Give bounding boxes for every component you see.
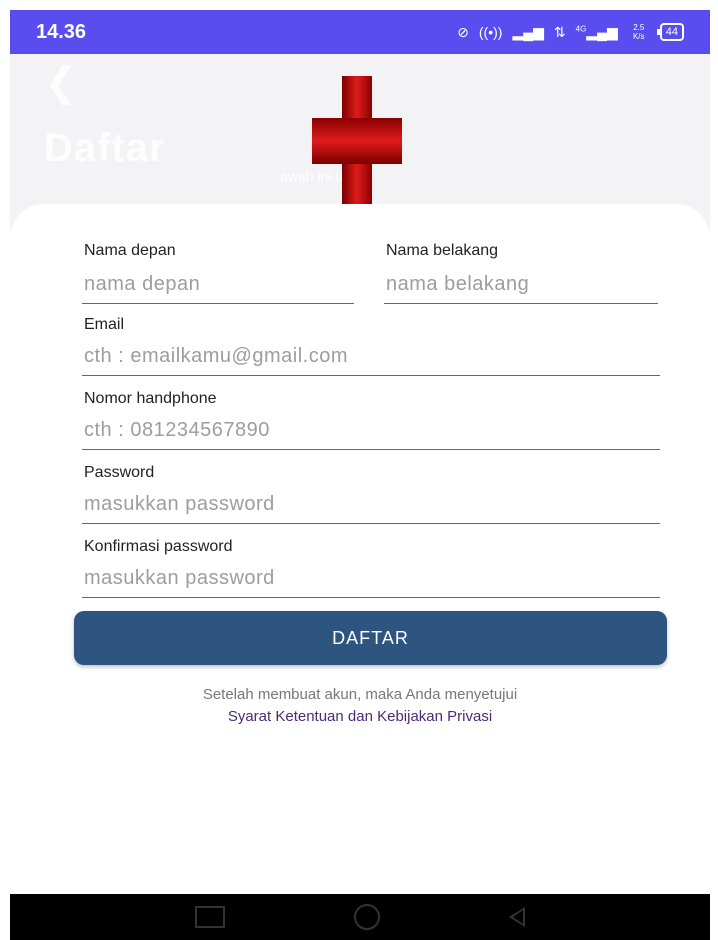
status-bar: 14.36 ⊘ ((•)) ▂▄▆ ⇅ 4G▂▄▆ 2.5 K/s 44 bbox=[10, 10, 710, 54]
system-nav-bar bbox=[10, 894, 710, 940]
terms-text: Setelah membuat akun, maka Anda menyetuj… bbox=[202, 686, 518, 703]
battery-icon: 44 bbox=[656, 23, 684, 41]
hotspot-icon: ((•)) bbox=[478, 24, 503, 40]
first-name-field[interactable] bbox=[82, 270, 354, 304]
signal-icon: ▂▄▆ bbox=[512, 23, 544, 40]
phone-label: Nomor handphone bbox=[84, 390, 217, 407]
red-cross-logo-horizontal bbox=[312, 118, 402, 164]
register-button[interactable]: DAFTAR bbox=[74, 611, 667, 665]
data-icon: ⇅ bbox=[553, 23, 566, 40]
phone-field[interactable] bbox=[82, 416, 660, 450]
dnd-icon: ⊘ bbox=[457, 23, 469, 40]
home-icon[interactable] bbox=[353, 904, 380, 930]
recent-apps-icon[interactable] bbox=[194, 906, 225, 928]
back-arrow-icon[interactable]: ❮ bbox=[44, 60, 78, 106]
last-name-label: Nama belakang bbox=[386, 242, 499, 259]
red-cross-logo bbox=[312, 76, 402, 204]
first-name-label: Nama depan bbox=[84, 242, 176, 259]
4g-signal-icon: 4G▂▄▆ bbox=[575, 23, 618, 40]
confirm-password-field[interactable] bbox=[82, 564, 660, 598]
password-label: Password bbox=[84, 464, 155, 481]
confirm-password-label: Konfirmasi password bbox=[84, 538, 233, 555]
password-field[interactable] bbox=[82, 490, 660, 524]
page-title: Daftar bbox=[44, 126, 166, 170]
status-icons: ⊘ ((•)) ▂▄▆ ⇅ 4G▂▄▆ 2.5 K/s 44 bbox=[457, 23, 684, 41]
last-name-field[interactable] bbox=[384, 270, 658, 304]
email-label: Email bbox=[84, 316, 125, 333]
terms-link[interactable]: Syarat Ketentuan dan Kebijakan Privasi bbox=[10, 708, 710, 725]
email-field[interactable] bbox=[82, 342, 660, 376]
registration-card: Nama depan Nama belakang Email Nomor han… bbox=[10, 204, 710, 894]
status-time: 14.36 bbox=[36, 20, 87, 43]
back-icon[interactable] bbox=[509, 907, 526, 927]
speed-icon: 2.5 K/s bbox=[632, 23, 645, 41]
